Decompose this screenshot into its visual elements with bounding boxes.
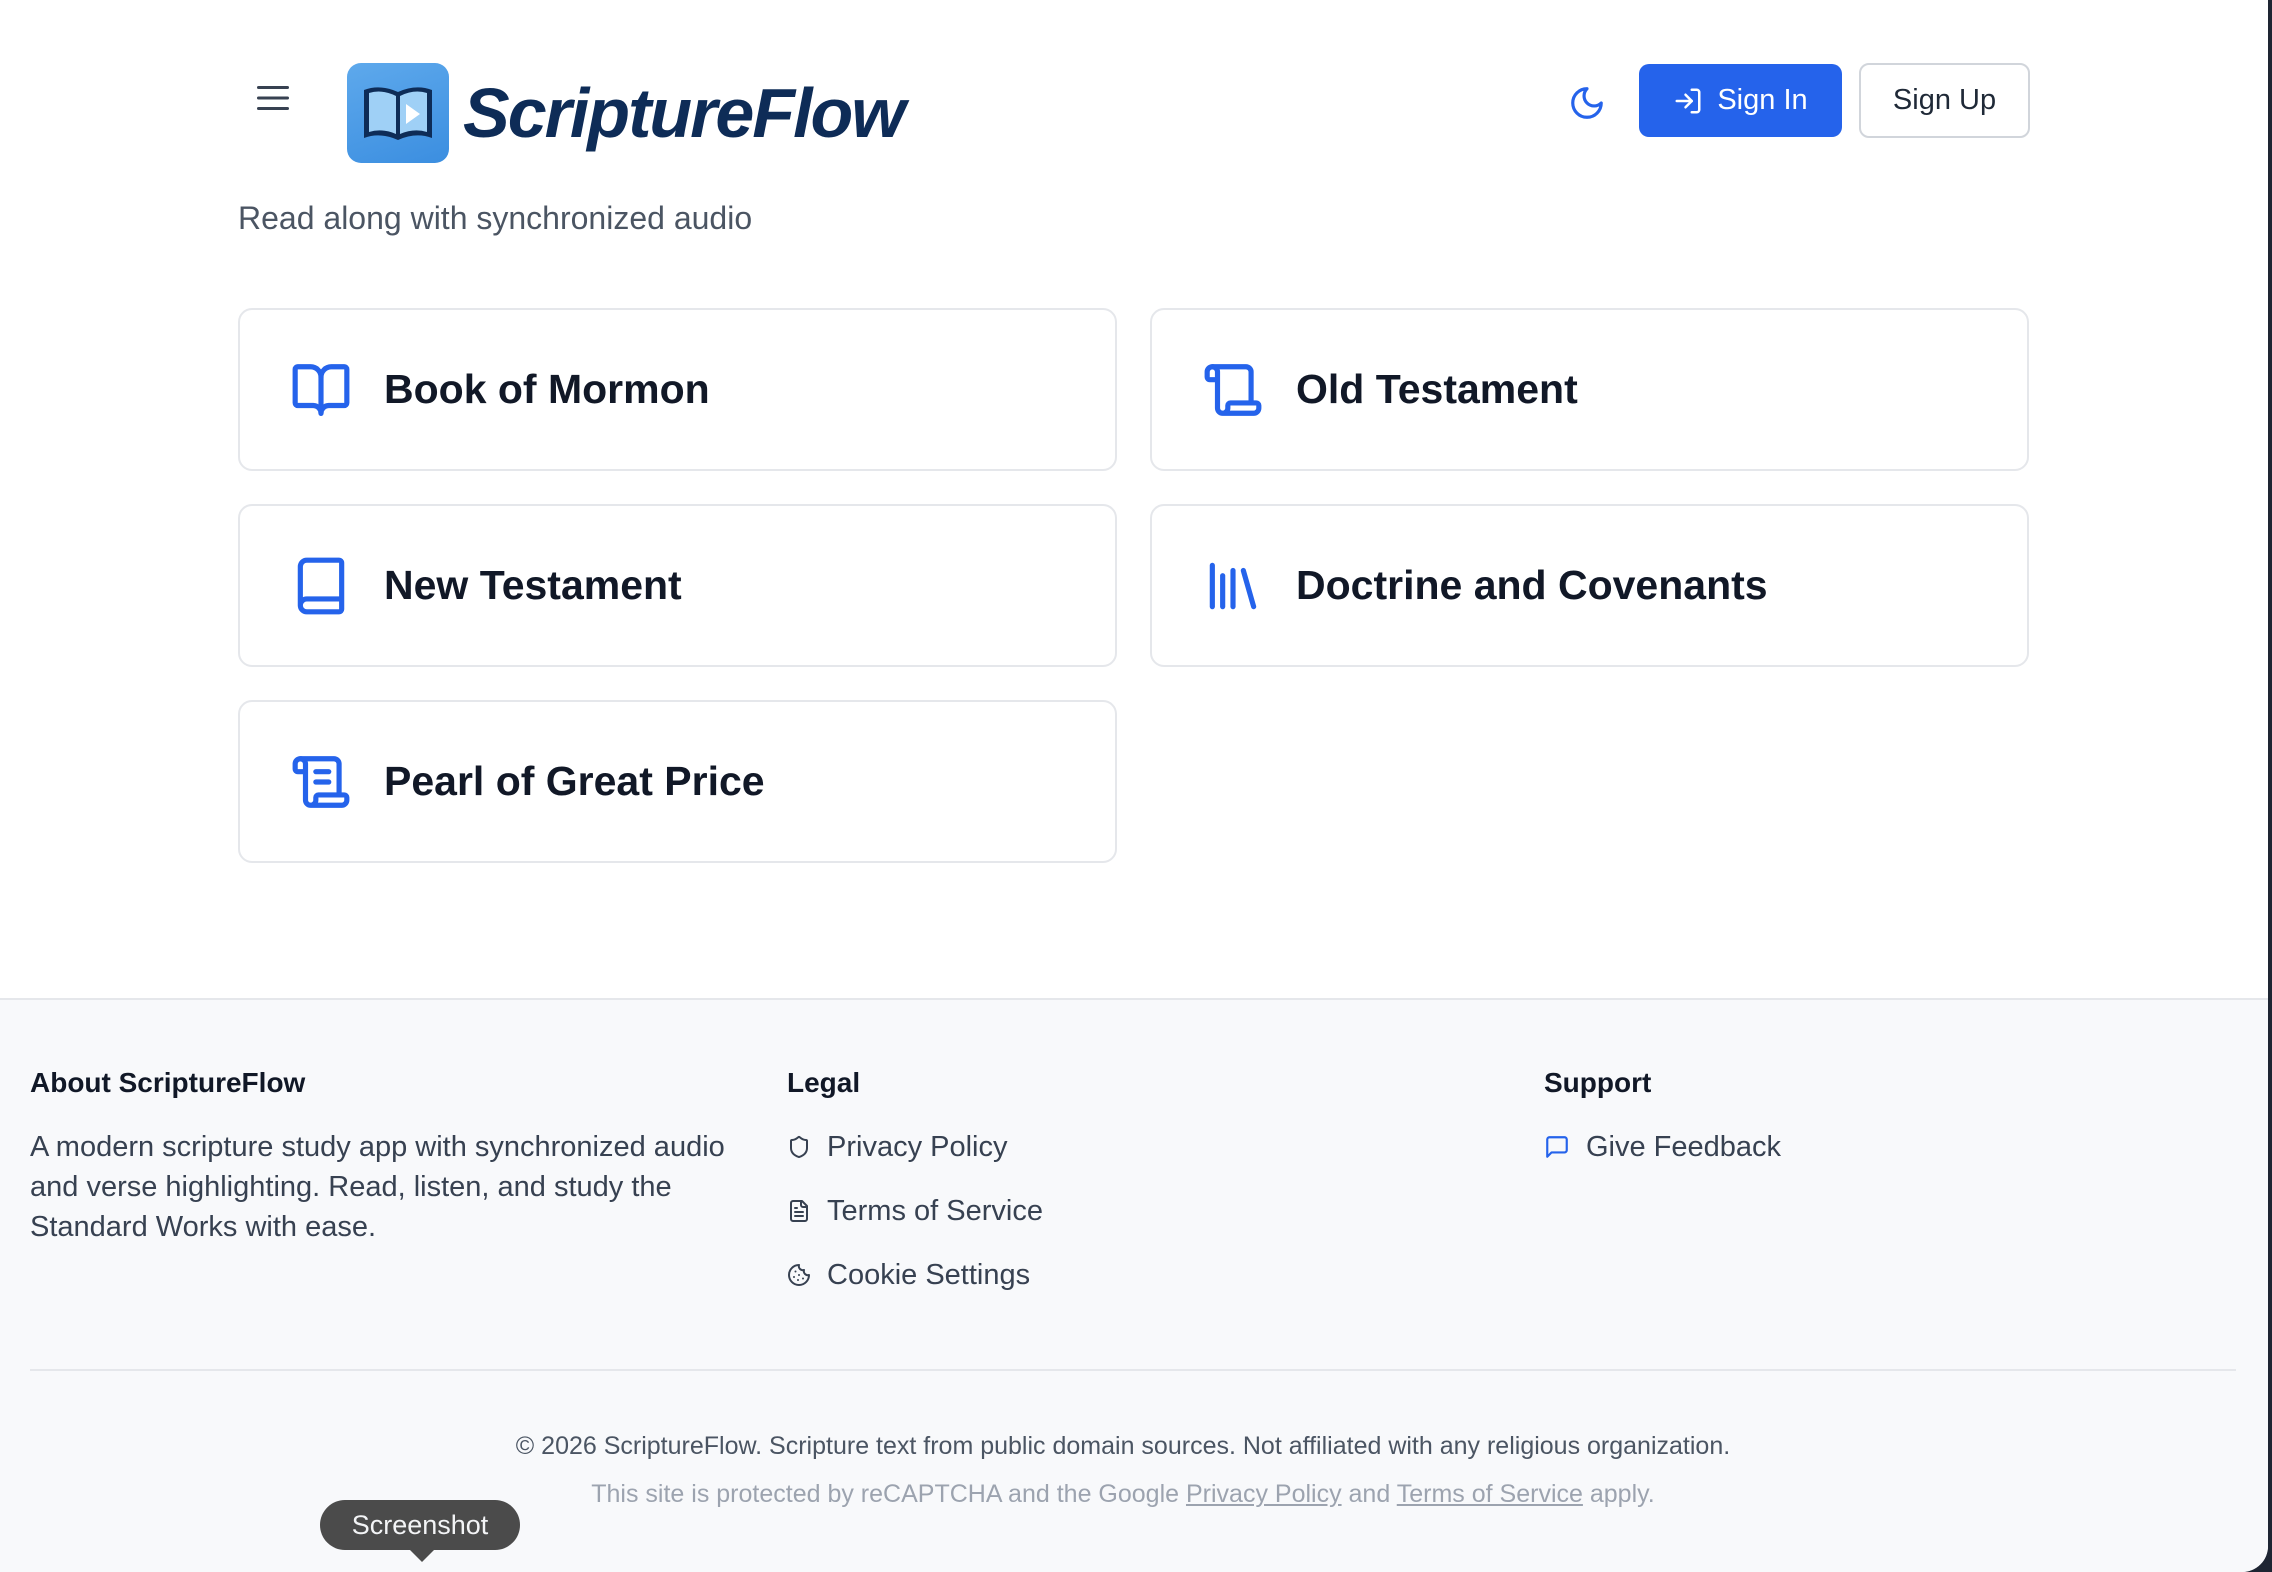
scroll-icon: [1204, 363, 1262, 416]
theme-toggle-button[interactable]: [1562, 78, 1612, 128]
recaptcha-prefix: This site is protected by reCAPTCHA and …: [591, 1480, 1180, 1508]
book-card-label: Doctrine and Covenants: [1296, 562, 1768, 608]
recaptcha-suffix: apply.: [1589, 1480, 1655, 1508]
menu-button[interactable]: [254, 78, 292, 118]
give-feedback-link[interactable]: Give Feedback: [1544, 1127, 1781, 1167]
footer-about-title: About ScriptureFlow: [30, 1067, 306, 1098]
open-book-icon: [292, 363, 350, 416]
file-text-icon: [790, 1200, 808, 1222]
brand-name: ScriptureFlow: [463, 74, 906, 152]
privacy-policy-link[interactable]: Privacy Policy: [787, 1127, 1043, 1167]
sign-in-label: Sign In: [1717, 84, 1808, 116]
site-footer: About ScriptureFlow A modern scripture s…: [0, 998, 2268, 1572]
footer-divider: [30, 1369, 2236, 1371]
tagline: Read along with synchronized audio: [238, 200, 753, 236]
footer-legal-title: Legal: [787, 1067, 861, 1098]
moon-icon: [1571, 87, 1603, 119]
book-card-label: Book of Mormon: [384, 366, 710, 412]
hamburger-menu-icon: [257, 86, 289, 110]
footer-support-title: Support: [1544, 1067, 1652, 1098]
screenshot-tooltip: Screenshot: [320, 1500, 520, 1562]
app-window: ScriptureFlow Sign In Sign Up Read along…: [0, 0, 2268, 1572]
book-card-label: New Testament: [384, 562, 682, 608]
cookie-settings-label: Cookie Settings: [827, 1258, 1031, 1291]
give-feedback-label: Give Feedback: [1586, 1130, 1782, 1163]
scroll-text-icon: [292, 755, 350, 808]
privacy-policy-label: Privacy Policy: [827, 1130, 1008, 1163]
book-card-pearl-of-great-price[interactable]: Pearl of Great Price: [238, 700, 1117, 863]
book-card-new-testament[interactable]: New Testament: [238, 504, 1117, 667]
log-in-icon: [1675, 88, 1701, 113]
cookie-icon: [788, 1264, 810, 1286]
recaptcha-and: and: [1348, 1480, 1391, 1508]
book-card-doctrine-and-covenants[interactable]: Doctrine and Covenants: [1150, 504, 2029, 667]
sign-up-button[interactable]: Sign Up: [1859, 63, 2030, 138]
footer-about: About ScriptureFlow A modern scripture s…: [30, 1067, 750, 1247]
book-card-label: Pearl of Great Price: [384, 758, 765, 804]
google-terms-of-service-link[interactable]: Terms of Service: [1397, 1480, 1583, 1508]
terms-of-service-link[interactable]: Terms of Service: [787, 1191, 1043, 1231]
book-play-icon: [347, 63, 449, 163]
book-icon: [297, 557, 345, 614]
shield-icon: [790, 1136, 808, 1159]
book-card-book-of-mormon[interactable]: Book of Mormon: [238, 308, 1117, 471]
sign-in-button[interactable]: Sign In: [1639, 64, 1842, 137]
library-icon: [1209, 562, 1257, 609]
sign-up-label: Sign Up: [1892, 84, 1997, 116]
cookie-settings-link[interactable]: Cookie Settings: [787, 1255, 1043, 1295]
book-card-label: Old Testament: [1296, 366, 1578, 412]
book-card-old-testament[interactable]: Old Testament: [1150, 308, 2029, 471]
message-square-icon: [1546, 1136, 1568, 1158]
footer-support: Support Give Feedback: [1544, 1067, 1781, 1167]
copyright-text: © 2026 ScriptureFlow. Scripture text fro…: [515, 1432, 1731, 1460]
google-privacy-policy-link[interactable]: Privacy Policy: [1186, 1480, 1342, 1508]
footer-about-text: A modern scripture study app with synchr…: [30, 1131, 725, 1243]
footer-legal: Legal Privacy Policy Terms of Service Co…: [787, 1067, 1043, 1295]
brand-logo[interactable]: ScriptureFlow: [347, 63, 906, 163]
terms-of-service-label: Terms of Service: [827, 1194, 1043, 1227]
